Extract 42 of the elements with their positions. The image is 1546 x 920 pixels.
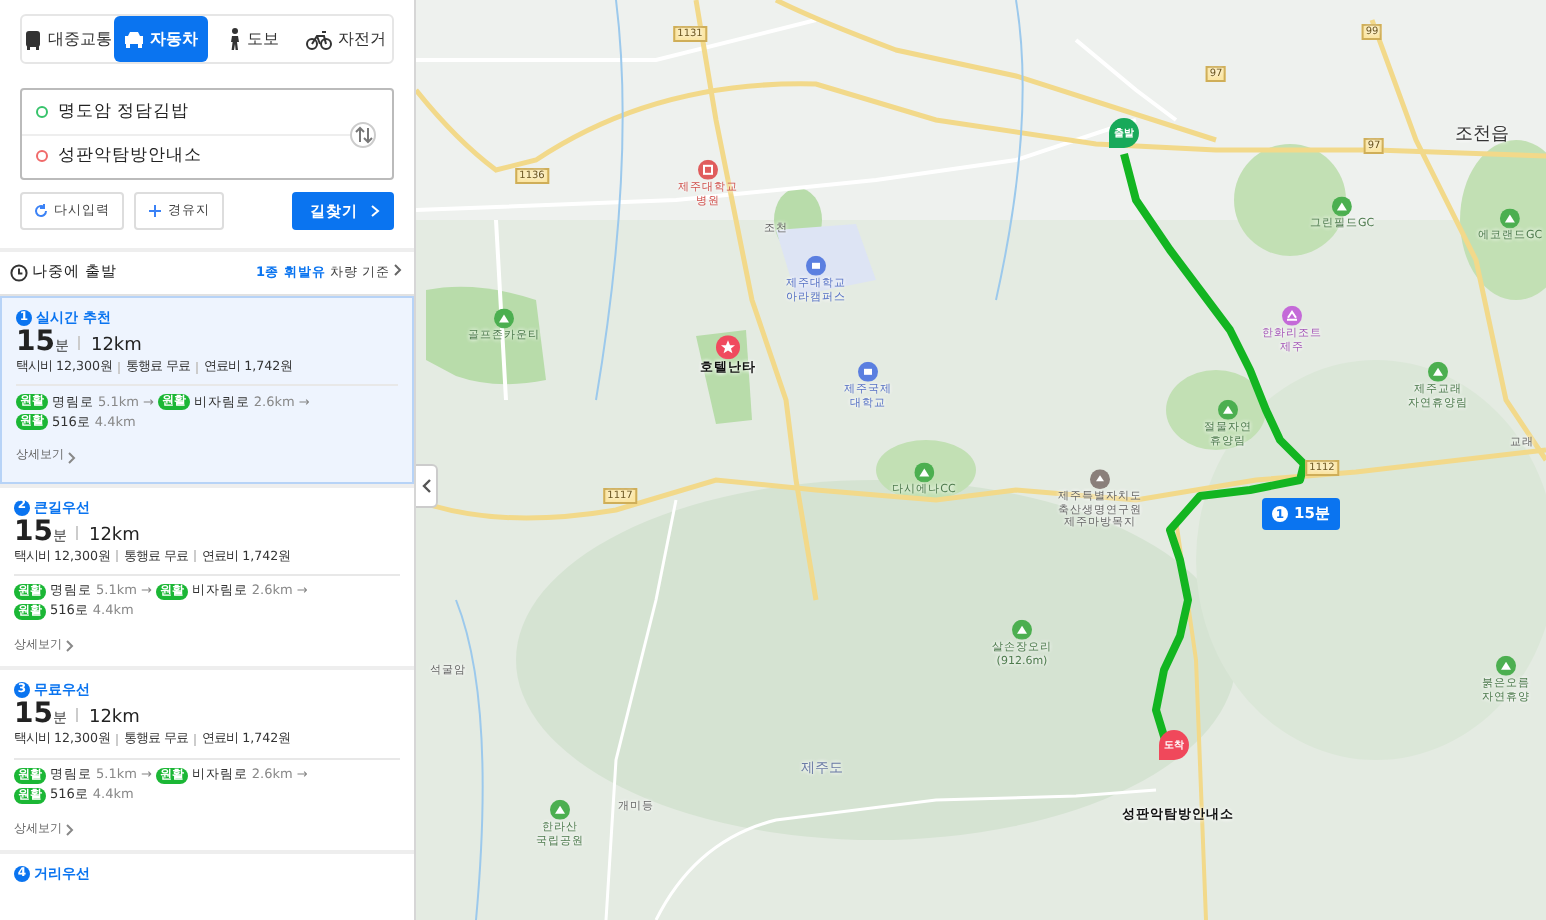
route-distance: 12km (88, 708, 140, 730)
travel-time: 15 (16, 328, 55, 359)
route-distance: 12km (88, 525, 140, 547)
travel-time: 15 (14, 517, 53, 548)
star-icon (716, 335, 740, 360)
hospital-icon (698, 159, 718, 180)
bike-icon (305, 29, 332, 49)
chevron-left-icon (421, 478, 431, 494)
bus-icon (24, 29, 43, 49)
origin-field[interactable]: 명도암 정담김밥 (58, 100, 190, 124)
car-icon (123, 30, 144, 48)
landmark-icon (1090, 469, 1110, 490)
travel-time: 15 (14, 700, 53, 731)
mountain-icon (914, 462, 934, 483)
mountain-icon (1496, 655, 1516, 676)
school-icon (806, 255, 826, 276)
mountain-icon (1012, 619, 1032, 640)
origin-marker-icon (36, 106, 48, 118)
mountain-icon (494, 308, 514, 329)
mountain-icon (550, 799, 570, 820)
clock-icon (10, 264, 28, 282)
route-distance: 12km (90, 336, 142, 357)
chevron-right-icon (394, 264, 402, 277)
refresh-icon (34, 204, 48, 218)
walk-icon (227, 28, 242, 50)
plus-icon (148, 204, 162, 218)
resort-icon (1282, 305, 1302, 326)
destination-field[interactable]: 성판악탐방안내소 (58, 144, 202, 168)
destination-marker-icon (36, 150, 48, 162)
school-icon (858, 361, 878, 382)
chevron-right-icon (370, 204, 380, 218)
mountain-icon (1500, 208, 1520, 229)
chevron-right-icon (66, 640, 74, 653)
mountain-icon (1218, 399, 1238, 420)
collapse-panel-button[interactable] (416, 464, 438, 508)
mountain-icon (1332, 196, 1352, 217)
swap-button[interactable] (350, 121, 376, 147)
mountain-icon (1428, 361, 1448, 382)
town-label: 조천읍 (1455, 125, 1509, 147)
mode-tab[interactable]: 자동차 (114, 16, 207, 62)
chevron-right-icon (66, 824, 74, 837)
chevron-right-icon (68, 451, 76, 464)
